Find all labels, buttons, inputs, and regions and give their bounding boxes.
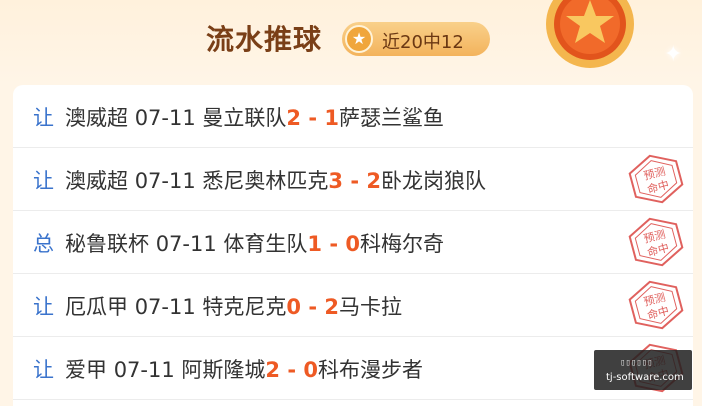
record-badge: ★ 近20中12 [342, 22, 490, 56]
star-icon: ★ [345, 25, 373, 53]
league: 秘鲁联杯 [65, 232, 149, 256]
home-team: 体育生队 [223, 232, 308, 256]
home-score: 1 [307, 232, 323, 256]
date: 07-11 [134, 106, 196, 130]
date: 07-11 [134, 295, 196, 319]
league: 澳威超 [65, 106, 128, 130]
tip-type: 让 [33, 169, 54, 193]
tip-type: 总 [33, 232, 54, 256]
watermark: ▯▯▯▯▯▯ tj-software.com [594, 350, 692, 390]
home-score: 0 [286, 295, 302, 319]
away-score: 0 [303, 358, 318, 382]
match-info: 厄瓜甲 07-11 特克尼克0 - 2马卡拉 [65, 291, 402, 321]
away-score: 2 [324, 295, 339, 319]
date: 07-11 [113, 358, 175, 382]
away-team: 卧龙岗狼队 [381, 169, 486, 193]
home-team: 特克尼克 [202, 295, 287, 319]
match-info: 爱甲 07-11 阿斯隆城2 - 0科布漫步者 [65, 354, 423, 384]
watermark-text: tj-software.com [606, 372, 684, 383]
away-team: 科布漫步者 [318, 358, 423, 382]
match-info: 澳威超 07-11 悉尼奥林匹克3 - 2卧龙岗狼队 [65, 165, 486, 195]
away-score: 0 [345, 232, 360, 256]
match-info: 澳威超 07-11 曼立联队2 - 1萨瑟兰鲨鱼 [65, 102, 444, 132]
hit-stamp-icon: 预测 命中 [628, 280, 684, 330]
score-separator: - [322, 232, 346, 256]
home-score: 2 [286, 106, 302, 130]
sparkle-icon: ✦ [664, 42, 683, 67]
record-text: 近20中12 [382, 32, 464, 53]
home-team: 曼立联队 [202, 106, 287, 130]
list-item[interactable]: 让 厄瓜甲 07-11 特克尼克0 - 2马卡拉 预测 命中 [13, 274, 693, 337]
list-item[interactable]: 让 澳威超 07-11 悉尼奥林匹克3 - 2卧龙岗狼队 预测 命中 [13, 148, 693, 211]
away-team: 科梅尔奇 [360, 232, 444, 256]
hit-stamp-icon: 预测 命中 [628, 217, 684, 267]
league: 爱甲 [65, 358, 107, 382]
list-item[interactable]: 让 爱甲 07-11 阿斯隆城2 - 0科布漫步者 预测 命中 [13, 337, 693, 400]
medal-icon [546, 0, 634, 68]
page-title: 流水推球 [206, 23, 323, 56]
tip-type: 让 [33, 295, 54, 319]
score-separator: - [301, 106, 325, 130]
away-score: 2 [366, 169, 381, 193]
away-score: 1 [324, 106, 339, 130]
date: 07-11 [134, 169, 196, 193]
tip-type: 让 [33, 106, 54, 130]
home-team: 悉尼奥林匹克 [202, 169, 329, 193]
date: 07-11 [155, 232, 217, 256]
score-separator: - [301, 295, 325, 319]
league: 厄瓜甲 [65, 295, 128, 319]
away-team: 萨瑟兰鲨鱼 [339, 106, 444, 130]
home-score: 2 [265, 358, 281, 382]
list-item[interactable]: 总 秘鲁联杯 07-11 体育生队1 - 0科梅尔奇 预测 命中 [13, 211, 693, 274]
home-score: 3 [328, 169, 344, 193]
list-item[interactable]: 让 澳威超 07-11 曼立联队2 - 1萨瑟兰鲨鱼 [13, 85, 693, 148]
away-team: 马卡拉 [339, 295, 402, 319]
score-separator: - [280, 358, 304, 382]
watermark-top: ▯▯▯▯▯▯ [620, 358, 653, 368]
header: 流水推球 ★ 近20中12 ✦ [0, 0, 702, 84]
home-team: 阿斯隆城 [181, 358, 266, 382]
match-info: 秘鲁联杯 07-11 体育生队1 - 0科梅尔奇 [65, 228, 444, 258]
score-separator: - [343, 169, 367, 193]
tip-type: 让 [33, 358, 54, 382]
tips-list: 让 澳威超 07-11 曼立联队2 - 1萨瑟兰鲨鱼 让 澳威超 07-11 悉… [13, 85, 693, 406]
league: 澳威超 [65, 169, 128, 193]
hit-stamp-icon: 预测 命中 [628, 154, 684, 204]
